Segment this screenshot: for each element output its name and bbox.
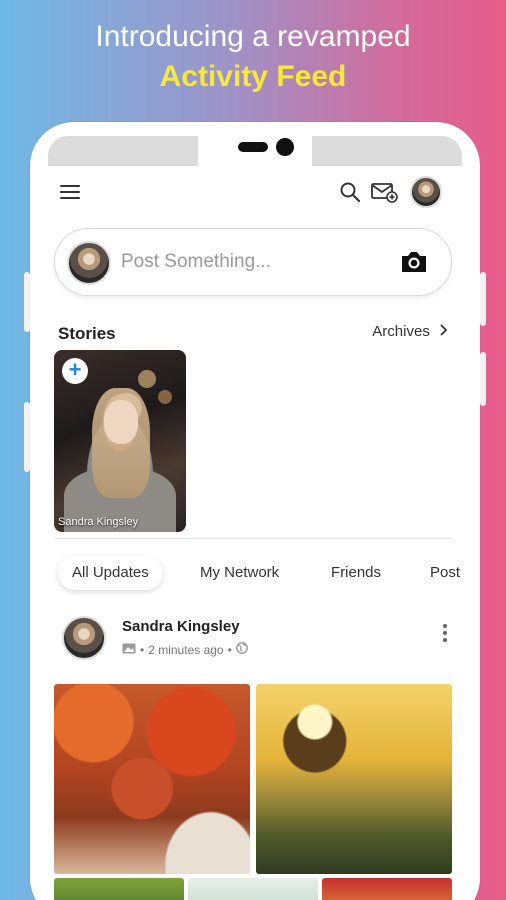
tab-post[interactable]: Post	[430, 556, 460, 590]
more-options-icon[interactable]	[442, 624, 448, 642]
promo-subheadline: Activity Feed	[159, 60, 347, 93]
post-author-avatar[interactable]	[62, 616, 106, 660]
post-photo-red-trees[interactable]	[322, 878, 452, 900]
story-photo-face	[104, 400, 138, 444]
composer-placeholder[interactable]: Post Something...	[121, 251, 271, 273]
stories-title: Stories	[58, 324, 116, 343]
speaker-grille	[238, 142, 268, 152]
tab-all-updates[interactable]: All Updates	[58, 556, 163, 590]
search-icon[interactable]	[338, 180, 362, 204]
post-time: 2 minutes ago	[148, 642, 224, 657]
plus-icon[interactable]: +	[62, 358, 88, 384]
side-button-right-2	[480, 352, 486, 406]
divider	[54, 538, 452, 539]
story-bokeh	[158, 390, 172, 404]
post-photo-sunset[interactable]	[256, 684, 452, 874]
meta-separator: •	[140, 642, 145, 657]
hamburger-icon[interactable]	[60, 185, 80, 201]
camera-icon[interactable]	[399, 249, 429, 275]
tab-friends[interactable]: Friends	[331, 556, 381, 590]
meta-separator: •	[227, 642, 232, 657]
front-camera	[276, 138, 294, 156]
image-icon	[122, 643, 136, 657]
app-screen: Post Something... Stories Archives + San…	[48, 166, 462, 900]
post-photo-autumn[interactable]	[54, 684, 250, 874]
post-composer[interactable]: Post Something...	[54, 228, 452, 296]
mail-icon[interactable]	[370, 180, 398, 204]
status-bar-left	[48, 136, 198, 166]
status-bar-right	[312, 136, 462, 166]
tab-my-network[interactable]: My Network	[200, 556, 279, 590]
phone-frame: Post Something... Stories Archives + San…	[24, 122, 486, 900]
profile-avatar[interactable]	[410, 176, 442, 208]
feed-tabs: All Updates My Network Friends Post	[54, 556, 462, 590]
post-photo-snow[interactable]	[188, 878, 318, 900]
post-author-name[interactable]: Sandra Kingsley	[122, 618, 240, 635]
volume-button	[24, 272, 30, 332]
post-meta: • 2 minutes ago •	[122, 642, 248, 657]
power-button	[24, 402, 30, 472]
post-photo-forest[interactable]	[54, 878, 184, 900]
side-button-right	[480, 272, 486, 326]
promo-headline: Introducing a revamped	[95, 20, 411, 53]
composer-avatar	[67, 241, 111, 285]
archives-label: Archives	[372, 323, 430, 340]
globe-icon	[235, 642, 248, 657]
story-bokeh	[138, 370, 156, 388]
app-bar	[48, 166, 462, 222]
story-name: Sandra Kingsley	[58, 516, 139, 528]
chevron-right-icon	[440, 323, 448, 340]
phone-notch-area	[48, 136, 462, 166]
story-card[interactable]: + Sandra Kingsley	[54, 350, 186, 532]
archives-link[interactable]: Archives	[372, 323, 448, 340]
